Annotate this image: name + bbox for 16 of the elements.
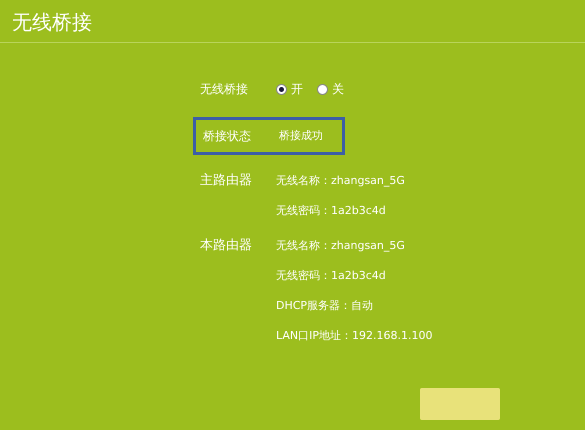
page-title: 无线桥接 bbox=[12, 9, 93, 36]
section-label: 主路由器 bbox=[200, 172, 253, 190]
radio-button[interactable] bbox=[276, 84, 287, 94]
info-text: 无线名称：zhangsan_5G bbox=[276, 238, 406, 254]
info-text: LAN口IP地址：192.168.1.100 bbox=[276, 328, 432, 344]
info-text: 无线名称：zhangsan_5G bbox=[276, 173, 405, 189]
section-label: 本路由器 bbox=[200, 237, 253, 255]
info-text: DHCP服务器：自动 bbox=[276, 298, 374, 314]
radio-button[interactable] bbox=[317, 84, 328, 94]
info-text: 无线密码：1a2b3c4d bbox=[276, 203, 387, 219]
status-label: 桥接状态 bbox=[203, 128, 252, 145]
status-value: 桥接成功 bbox=[279, 128, 323, 144]
radio-option[interactable]: 开 bbox=[276, 80, 303, 98]
info-text: 无线密码：1a2b3c4d bbox=[276, 268, 387, 284]
bridge-label: 无线桥接 bbox=[200, 81, 249, 98]
radio-option[interactable]: 关 bbox=[317, 80, 344, 98]
